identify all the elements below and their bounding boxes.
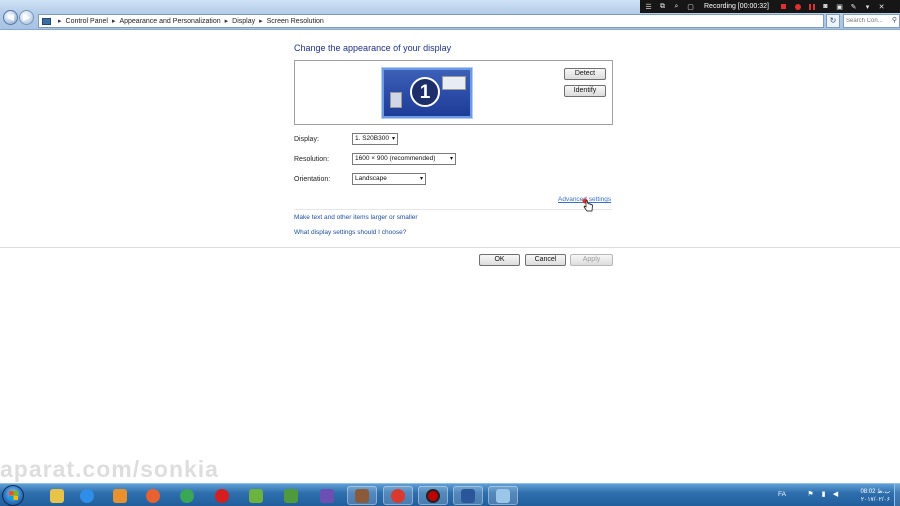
- resolution-select[interactable]: 1600 × 900 (recommended) ▾: [352, 153, 456, 165]
- taskbar: FA ⚑ ▮ ◀ 08:02 ب.ظ ۲۰۱۷/۰۲/۰۶: [0, 483, 900, 506]
- start-button[interactable]: [2, 485, 24, 506]
- orientation-label: Orientation:: [294, 176, 331, 183]
- detect-button[interactable]: Detect: [564, 68, 606, 80]
- orientation-select[interactable]: Landscape ▾: [352, 173, 426, 185]
- windows-explorer-icon[interactable]: [42, 486, 72, 505]
- divider: [294, 209, 612, 210]
- breadcrumb-appearance[interactable]: Appearance and Personalization: [119, 18, 220, 25]
- greenshot-icon[interactable]: [241, 486, 271, 505]
- show-desktop-button[interactable]: [894, 484, 900, 506]
- chevron-right-icon[interactable]: ▸: [58, 17, 62, 25]
- webcam-icon[interactable]: ▣: [834, 1, 845, 12]
- chevron-right-icon[interactable]: ▸: [112, 17, 116, 25]
- resolution-value: 1600 × 900 (recommended): [355, 155, 436, 162]
- window-thumbnail: [442, 76, 466, 90]
- network-icon[interactable]: ▮: [819, 490, 828, 499]
- frame-icon[interactable]: ▢: [685, 1, 696, 12]
- chevron-down-icon: ▾: [449, 156, 453, 162]
- divider: [0, 247, 900, 248]
- contact-icon[interactable]: [347, 486, 377, 505]
- monitor-icon[interactable]: 1: [382, 68, 472, 118]
- monitor-number: 1: [410, 77, 440, 107]
- back-button[interactable]: ◀: [3, 10, 18, 25]
- display-arrangement-panel: 1 Detect Identify: [294, 60, 613, 125]
- chevron-down-icon: ▾: [391, 136, 395, 142]
- visual-studio-icon[interactable]: [312, 486, 342, 505]
- cancel-button[interactable]: Cancel: [525, 254, 566, 266]
- text-size-link[interactable]: Make text and other items larger or smal…: [294, 214, 418, 221]
- system-tray: FA ⚑ ▮ ◀ 08:02 ب.ظ ۲۰۱۷/۰۲/۰۶: [772, 484, 900, 506]
- record-icon[interactable]: [792, 1, 803, 12]
- hand-cursor-icon: [582, 198, 593, 212]
- record-app-icon[interactable]: [418, 486, 448, 505]
- firefox-icon[interactable]: [138, 486, 168, 505]
- display-value: 1. S20B300: [355, 135, 389, 142]
- breadcrumb-display[interactable]: Display: [232, 18, 255, 25]
- forward-button[interactable]: ▶: [19, 10, 34, 25]
- watermark: aparat.com/sonkia: [0, 456, 219, 482]
- green-app-icon[interactable]: [276, 486, 306, 505]
- apply-button: Apply: [570, 254, 613, 266]
- page-title: Change the appearance of your display: [294, 43, 452, 53]
- chevron-right-icon[interactable]: ▸: [259, 17, 263, 25]
- search-icon[interactable]: ⚲: [892, 16, 897, 24]
- ok-button[interactable]: OK: [479, 254, 520, 266]
- zoom-icon[interactable]: ⌕: [671, 1, 682, 12]
- microsoft-word-icon[interactable]: [453, 486, 483, 505]
- language-indicator[interactable]: FA: [778, 491, 786, 498]
- display-select[interactable]: 1. S20B300 ▾: [352, 133, 398, 145]
- search-box[interactable]: ⚲: [843, 14, 900, 28]
- menu-icon[interactable]: ☰: [643, 1, 654, 12]
- stop-icon[interactable]: [778, 1, 789, 12]
- volume-icon[interactable]: ◀: [831, 490, 840, 499]
- pause-icon[interactable]: [806, 1, 817, 12]
- minimize-icon[interactable]: ▾: [862, 1, 873, 12]
- camera-icon[interactable]: ◙: [820, 1, 831, 12]
- resolution-label: Resolution:: [294, 156, 330, 163]
- display-settings-help-link[interactable]: What display settings should I choose?: [294, 229, 406, 236]
- close-icon[interactable]: ✕: [876, 1, 887, 12]
- opera-icon[interactable]: [207, 486, 237, 505]
- google-chrome-icon[interactable]: [383, 486, 413, 505]
- recording-status: Recording [00:00:32]: [704, 3, 769, 10]
- chrome-icon[interactable]: [172, 486, 202, 505]
- orientation-value: Landscape: [355, 175, 387, 182]
- breadcrumb-screen-resolution[interactable]: Screen Resolution: [267, 18, 324, 25]
- recording-toolbar: ☰ ⧉ ⌕ ▢ Recording [00:00:32] ◙ ▣ ✎ ▾ ✕: [640, 0, 900, 13]
- chevron-down-icon: ▾: [419, 176, 423, 182]
- remote-desktop-icon[interactable]: [488, 486, 518, 505]
- windows-icon[interactable]: ⧉: [657, 1, 668, 12]
- identify-button[interactable]: Identify: [564, 85, 606, 97]
- window-thumbnail: [390, 92, 402, 108]
- pen-icon[interactable]: ✎: [848, 1, 859, 12]
- clock-date[interactable]: ۲۰۱۷/۰۲/۰۶: [852, 496, 890, 503]
- internet-explorer-icon[interactable]: [72, 486, 102, 505]
- flag-icon[interactable]: ⚑: [806, 490, 815, 499]
- refresh-button[interactable]: ↻: [826, 14, 840, 28]
- control-panel-icon: [42, 17, 51, 25]
- media-player-icon[interactable]: [105, 486, 135, 505]
- search-input[interactable]: [844, 15, 888, 27]
- address-bar[interactable]: ▸ Control Panel ▸ Appearance and Persona…: [38, 14, 824, 28]
- breadcrumb-control-panel[interactable]: Control Panel: [66, 18, 108, 25]
- display-label: Display:: [294, 136, 319, 143]
- windows-logo-icon: [9, 491, 18, 500]
- chevron-right-icon[interactable]: ▸: [225, 17, 229, 25]
- clock-time[interactable]: 08:02 ب.ظ: [852, 488, 890, 495]
